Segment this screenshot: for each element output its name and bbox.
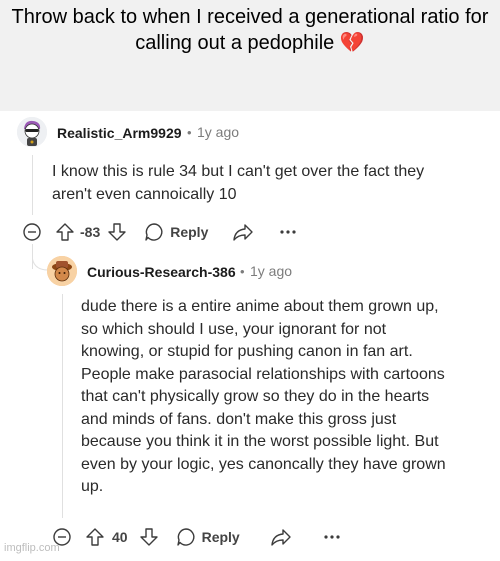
upvote-icon[interactable] bbox=[54, 221, 76, 243]
reply-button[interactable]: Reply bbox=[170, 224, 208, 240]
separator-dot: • bbox=[240, 264, 245, 279]
caption-line: Throw back to when I received a generati… bbox=[11, 6, 489, 54]
username[interactable]: Realistic_Arm9929 bbox=[57, 125, 182, 141]
reply-bubble-icon[interactable] bbox=[176, 527, 196, 547]
watermark: imgflip.com bbox=[4, 542, 60, 554]
comment-body: dude there is a entire anime about them … bbox=[81, 298, 446, 495]
snoo-avatar-icon bbox=[47, 256, 77, 286]
broken-heart-emoji: 💔 bbox=[339, 32, 365, 54]
avatar[interactable] bbox=[47, 256, 77, 286]
reply-button[interactable]: Reply bbox=[202, 529, 240, 545]
username[interactable]: Curious-Research-386 bbox=[87, 264, 236, 280]
snoo-avatar-icon bbox=[17, 117, 47, 147]
downvote-icon[interactable] bbox=[106, 221, 128, 243]
timestamp: 1y ago bbox=[197, 124, 240, 140]
reply-bubble-icon[interactable] bbox=[144, 222, 164, 242]
separator-dot: • bbox=[187, 125, 192, 140]
thread-line[interactable] bbox=[32, 155, 33, 215]
caption-text: Throw back to when I received a generati… bbox=[10, 4, 490, 56]
more-options-icon[interactable] bbox=[322, 527, 342, 547]
more-options-icon[interactable] bbox=[278, 222, 298, 242]
upvote-icon[interactable] bbox=[84, 526, 106, 548]
share-icon[interactable] bbox=[232, 222, 254, 242]
thread-line[interactable] bbox=[62, 294, 63, 518]
vote-score: -83 bbox=[80, 224, 101, 240]
meme-caption: Throw back to when I received a generati… bbox=[0, 0, 500, 111]
vote-score: 40 bbox=[112, 529, 128, 545]
comment-actions: 40 Reply bbox=[52, 525, 342, 549]
avatar[interactable] bbox=[17, 117, 47, 147]
comment-body: I know this is rule 34 but I can't get o… bbox=[52, 163, 425, 203]
timestamp: 1y ago bbox=[250, 263, 293, 279]
comment-actions: -83 Reply bbox=[22, 220, 298, 244]
share-icon[interactable] bbox=[270, 527, 292, 547]
downvote-icon[interactable] bbox=[138, 526, 160, 548]
collapse-thread-icon[interactable] bbox=[22, 222, 42, 242]
